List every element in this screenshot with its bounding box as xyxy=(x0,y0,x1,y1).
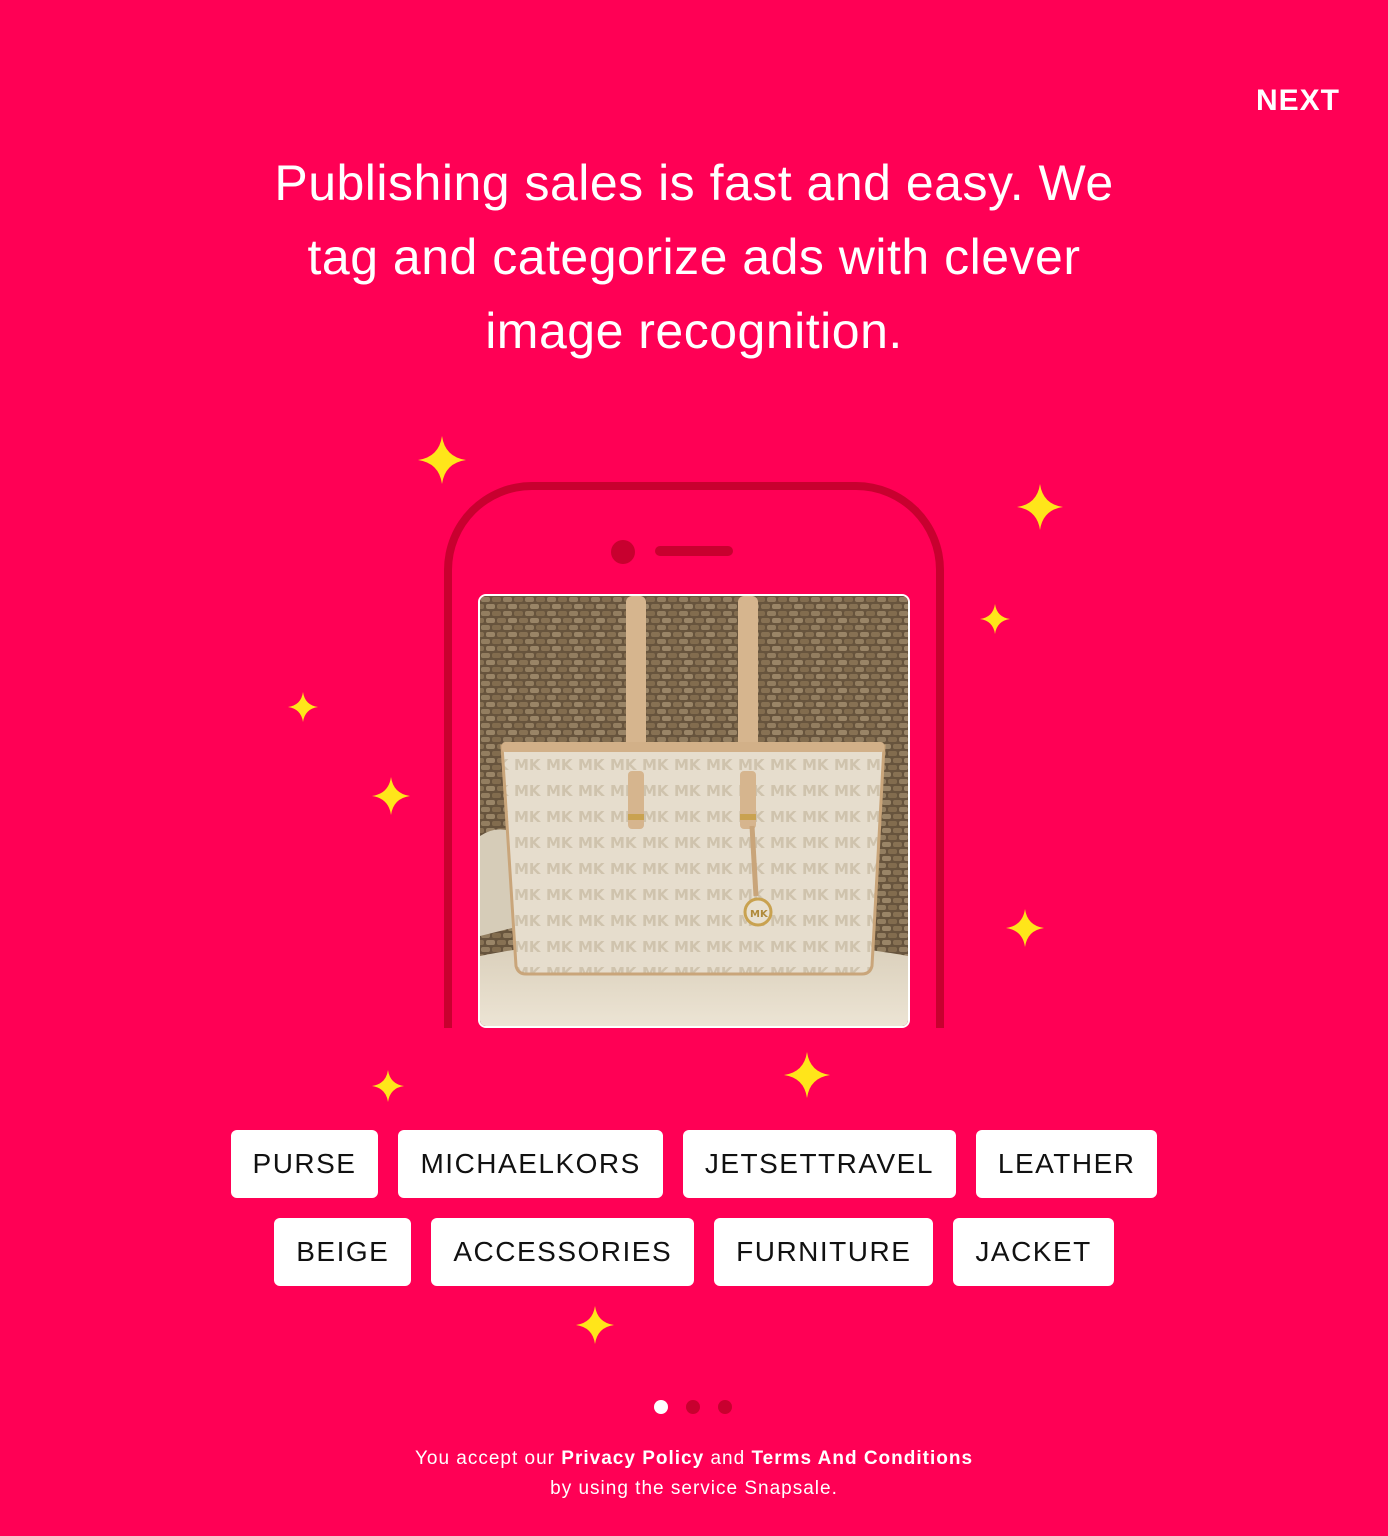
legal-line-1: You accept our Privacy Policy and Terms … xyxy=(194,1444,1194,1474)
sparkle-icon xyxy=(980,604,1010,634)
page-dot-3[interactable] xyxy=(718,1400,732,1414)
legal-line-2: by using the service Snapsale. xyxy=(550,1478,838,1499)
tag-row-2: BEIGE ACCESSORIES FURNITURE JACKET xyxy=(0,1218,1388,1286)
sparkle-icon xyxy=(1006,909,1044,947)
sparkle-icon xyxy=(576,1306,614,1344)
onboarding-headline: Publishing sales is fast and easy. We ta… xyxy=(194,146,1194,368)
legal-conjunction: and xyxy=(710,1448,746,1469)
tag-chip[interactable]: BEIGE xyxy=(274,1218,412,1286)
tag-chip[interactable]: FURNITURE xyxy=(714,1218,934,1286)
tag-chip[interactable]: JETSETTRAVEL xyxy=(682,1130,956,1198)
tag-chip[interactable]: ACCESSORIES xyxy=(431,1218,695,1286)
sparkle-icon xyxy=(372,1070,404,1102)
tag-chip[interactable]: PURSE xyxy=(230,1130,379,1198)
sparkle-icon xyxy=(372,777,410,815)
sparkle-icon xyxy=(418,436,466,484)
page-dot-2[interactable] xyxy=(686,1400,700,1414)
privacy-policy-link[interactable]: Privacy Policy xyxy=(561,1448,704,1469)
sparkle-icon xyxy=(784,1052,830,1098)
sparkle-icon xyxy=(288,692,318,722)
terms-link[interactable]: Terms And Conditions xyxy=(751,1448,973,1469)
tag-chip[interactable]: LEATHER xyxy=(975,1130,1158,1198)
page-dot-1[interactable] xyxy=(654,1400,668,1414)
headline-line-2: tag and categorize ads with clever xyxy=(307,229,1081,285)
tag-chip[interactable]: MICHAELKORS xyxy=(398,1130,663,1198)
legal-prefix: You accept our xyxy=(414,1448,556,1469)
tag-row-1: PURSE MICHAELKORS JETSETTRAVEL LEATHER xyxy=(0,1130,1388,1198)
headline-line-3: image recognition. xyxy=(485,303,903,359)
tag-chip[interactable]: JACKET xyxy=(953,1218,1114,1286)
phone-speaker-icon xyxy=(655,546,733,556)
next-button[interactable]: NEXT xyxy=(1256,84,1340,118)
headline-line-1: Publishing sales is fast and easy. We xyxy=(274,155,1114,211)
sparkle-icon xyxy=(1017,484,1063,530)
phone-camera-icon xyxy=(611,540,635,564)
handbag-photo: MK MK xyxy=(478,594,910,1028)
page-indicator xyxy=(654,1400,732,1414)
svg-text:MK: MK xyxy=(750,909,769,920)
legal-footer: You accept our Privacy Policy and Terms … xyxy=(194,1444,1194,1504)
